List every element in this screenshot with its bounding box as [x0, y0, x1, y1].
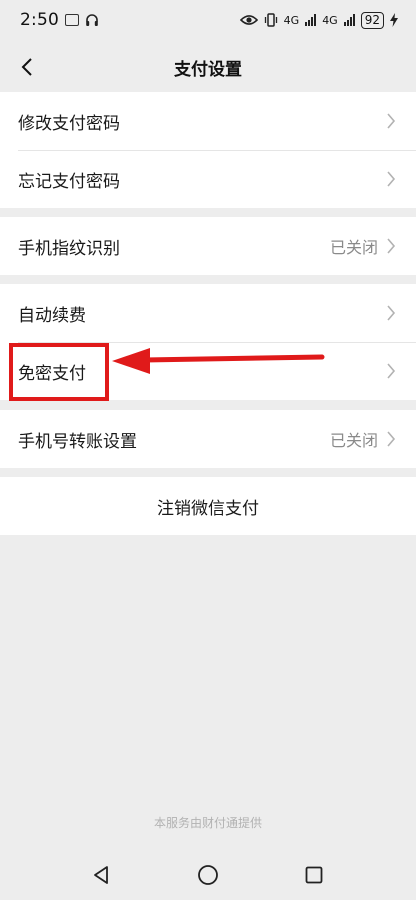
- row-label: 忘记支付密码: [18, 171, 120, 192]
- settings-group-cancel: 注销微信支付: [0, 477, 416, 535]
- circle-home-icon: [198, 865, 218, 885]
- chevron-right-icon: [386, 112, 398, 130]
- system-back-button[interactable]: [82, 855, 122, 895]
- system-recents-button[interactable]: [294, 855, 334, 895]
- nav-bar: 支付设置: [0, 40, 416, 94]
- page-title: 支付设置: [174, 59, 242, 80]
- headphones-icon: [86, 14, 98, 26]
- cancel-wechat-pay-button[interactable]: 注销微信支付: [0, 477, 416, 535]
- status-bar: 2:50 4G 4G 92: [0, 0, 416, 40]
- row-label: 手机号转账设置: [18, 431, 137, 452]
- eye-icon: [239, 15, 258, 25]
- signal-icon: [305, 14, 317, 26]
- annotation-arrow-icon: [112, 348, 325, 374]
- system-nav-bar: [0, 850, 416, 900]
- row-status-value: 已关闭: [329, 238, 378, 257]
- signal-icon: [343, 14, 355, 26]
- network-type-2: 4G: [322, 13, 338, 27]
- row-label: 自动续费: [18, 305, 86, 326]
- settings-group-transfer: 手机号转账设置 已关闭: [0, 410, 416, 468]
- row-change-pay-password[interactable]: 修改支付密码: [0, 92, 416, 150]
- triangle-back-icon: [94, 866, 108, 884]
- settings-group-password: 修改支付密码 忘记支付密码: [0, 92, 416, 208]
- row-label: 修改支付密码: [18, 113, 120, 134]
- battery-indicator: 92: [360, 11, 384, 29]
- network-type-1: 4G: [283, 13, 300, 27]
- chevron-right-icon: [386, 362, 398, 380]
- system-home-button[interactable]: [188, 855, 228, 895]
- row-forgot-pay-password[interactable]: 忘记支付密码: [0, 150, 416, 208]
- charging-icon: [390, 13, 398, 27]
- row-fingerprint[interactable]: 手机指纹识别 已关闭: [0, 217, 416, 275]
- footer-provider-text: 本服务由财付通提供: [153, 816, 262, 830]
- chevron-left-icon: [21, 58, 32, 76]
- vibrate-icon: [264, 13, 277, 27]
- status-time: 2:50: [20, 10, 59, 30]
- row-phone-transfer-settings[interactable]: 手机号转账设置 已关闭: [0, 410, 416, 468]
- row-auto-renewal[interactable]: 自动续费: [0, 284, 416, 342]
- chevron-right-icon: [386, 304, 398, 322]
- settings-group-fingerprint: 手机指纹识别 已关闭: [0, 217, 416, 275]
- square-recents-icon: [305, 866, 323, 884]
- chevron-right-icon: [386, 170, 398, 188]
- back-button[interactable]: [8, 48, 46, 86]
- chevron-right-icon: [386, 237, 398, 255]
- row-label: 手机指纹识别: [18, 238, 120, 259]
- cancel-label: 注销微信支付: [157, 498, 259, 519]
- chevron-right-icon: [386, 430, 398, 448]
- annotation-highlight-box: [9, 343, 109, 401]
- notification-icon: [64, 14, 79, 26]
- row-status-value: 已关闭: [329, 431, 378, 450]
